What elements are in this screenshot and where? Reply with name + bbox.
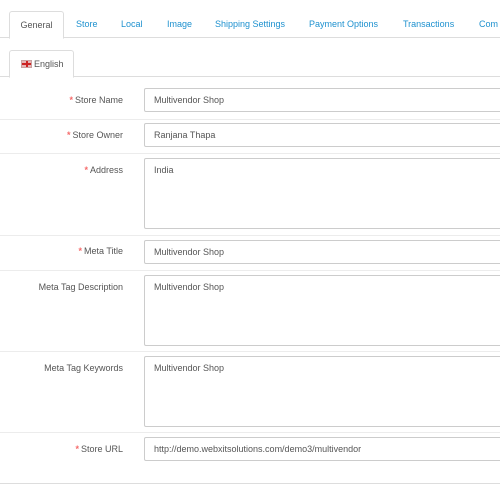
required-star: * — [78, 246, 82, 256]
store-name-input[interactable]: Multivendor Shop — [144, 88, 500, 112]
address-label: * Address — [84, 165, 123, 175]
tab-image[interactable]: Image — [167, 11, 192, 38]
tab-language-english[interactable]: English — [9, 50, 74, 78]
store-url-input[interactable]: http://demo.webxitsolutions.com/demo3/mu… — [144, 437, 500, 461]
row-divider — [0, 270, 500, 271]
row-divider — [0, 432, 500, 433]
tab-shipping-settings[interactable]: Shipping Settings — [215, 11, 285, 38]
store-owner-label: * Store Owner — [66, 130, 123, 140]
meta-tag-description-label: Meta Tag Description — [38, 282, 123, 292]
required-star: * — [84, 165, 88, 175]
required-star: * — [75, 444, 79, 454]
store-url-label: * Store URL — [75, 444, 123, 454]
tab-general[interactable]: General — [9, 11, 64, 39]
row-divider — [0, 235, 500, 236]
store-owner-input[interactable]: Ranjana Thapa — [144, 123, 500, 147]
meta-tag-keywords-textarea[interactable]: Multivendor Shop — [144, 356, 500, 427]
tab-com[interactable]: Com — [479, 11, 498, 38]
language-label: English — [34, 59, 64, 69]
row-divider — [0, 119, 500, 120]
tab-transactions[interactable]: Transactions — [403, 11, 454, 38]
settings-tab-bar: General Store Local Image Shipping Setti… — [0, 0, 500, 39]
meta-tag-description-textarea[interactable]: Multivendor Shop — [144, 275, 500, 346]
meta-title-input[interactable]: Multivendor Shop — [144, 240, 500, 264]
row-divider — [0, 351, 500, 352]
store-settings-page: General Store Local Image Shipping Setti… — [0, 0, 500, 500]
meta-tag-keywords-label: Meta Tag Keywords — [44, 363, 123, 373]
meta-title-label: * Meta Title — [78, 246, 123, 256]
tab-local[interactable]: Local — [121, 11, 143, 38]
tab-store[interactable]: Store — [76, 11, 98, 38]
uk-flag-icon — [21, 60, 32, 68]
panel-bottom-border — [0, 483, 500, 484]
tab-payment-options[interactable]: Payment Options — [309, 11, 378, 38]
language-tab-bar: English — [0, 50, 500, 78]
required-star: * — [66, 130, 71, 140]
address-textarea[interactable]: India — [144, 158, 500, 229]
row-divider — [0, 153, 500, 154]
required-star: * — [69, 95, 73, 105]
store-name-label: * Store Name — [69, 95, 123, 105]
